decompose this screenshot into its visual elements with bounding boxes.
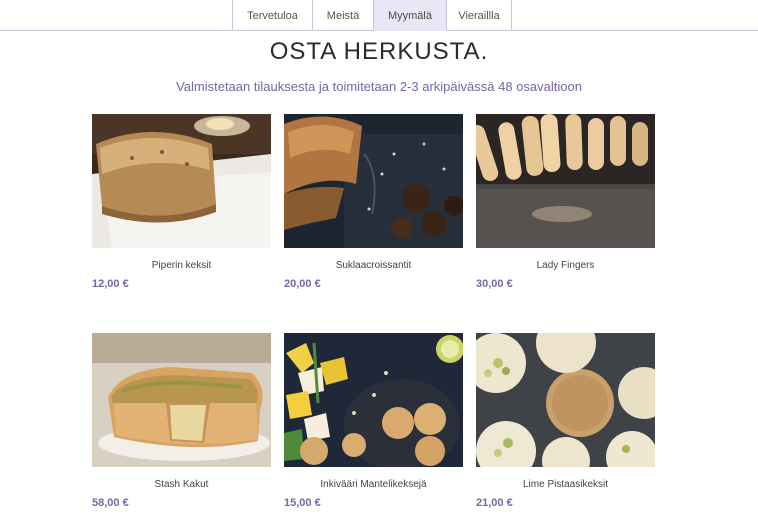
- product-price: 20,00 €: [284, 278, 321, 290]
- product-price: 21,00 €: [476, 497, 513, 509]
- product-image-almond-cookies[interactable]: [284, 333, 463, 467]
- product-image-lady-fingers[interactable]: [476, 114, 655, 248]
- product-name[interactable]: Suklaacroissantit: [284, 260, 463, 271]
- page-subtitle: Valmistetaan tilauksesta ja toimitetaan …: [176, 79, 582, 94]
- product-name[interactable]: Stash Kakut: [92, 479, 271, 490]
- nav-tabs: Tervetuloa Meistä Myymälä Vieraillla: [232, 0, 512, 31]
- tab-meista[interactable]: Meistä: [312, 0, 373, 31]
- product-card[interactable]: Stash Kakut 58,00 €: [92, 333, 271, 509]
- product-price: 30,00 €: [476, 278, 513, 290]
- product-price: 15,00 €: [284, 497, 321, 509]
- page-title: OSTA HERKUSTA.: [269, 38, 489, 65]
- product-image-pistachio-cookies[interactable]: [476, 333, 655, 467]
- product-name[interactable]: Lady Fingers: [476, 260, 655, 271]
- product-card[interactable]: Lime Pistaasikeksit 21,00 €: [476, 333, 655, 509]
- product-price: 58,00 €: [92, 497, 129, 509]
- product-image-cake[interactable]: [92, 333, 271, 467]
- product-card[interactable]: Suklaacroissantit 20,00 €: [284, 114, 463, 290]
- tab-vieraillla[interactable]: Vieraillla: [446, 0, 512, 31]
- product-card[interactable]: Piperin keksit 12,00 €: [92, 114, 271, 290]
- tab-tervetuloa[interactable]: Tervetuloa: [232, 0, 312, 31]
- product-image-croissants[interactable]: [284, 114, 463, 248]
- product-name[interactable]: Lime Pistaasikeksit: [476, 479, 655, 490]
- tab-myymala[interactable]: Myymälä: [373, 0, 446, 31]
- product-card[interactable]: Lady Fingers 30,00 €: [476, 114, 655, 290]
- product-image-bread[interactable]: [92, 114, 271, 248]
- product-name[interactable]: Inkivääri Mantelikeksejä: [284, 479, 463, 490]
- product-name[interactable]: Piperin keksit: [92, 260, 271, 271]
- product-price: 12,00 €: [92, 278, 129, 290]
- product-card[interactable]: Inkivääri Mantelikeksejä 15,00 €: [284, 333, 463, 509]
- top-nav: Tervetuloa Meistä Myymälä Vieraillla: [0, 0, 758, 31]
